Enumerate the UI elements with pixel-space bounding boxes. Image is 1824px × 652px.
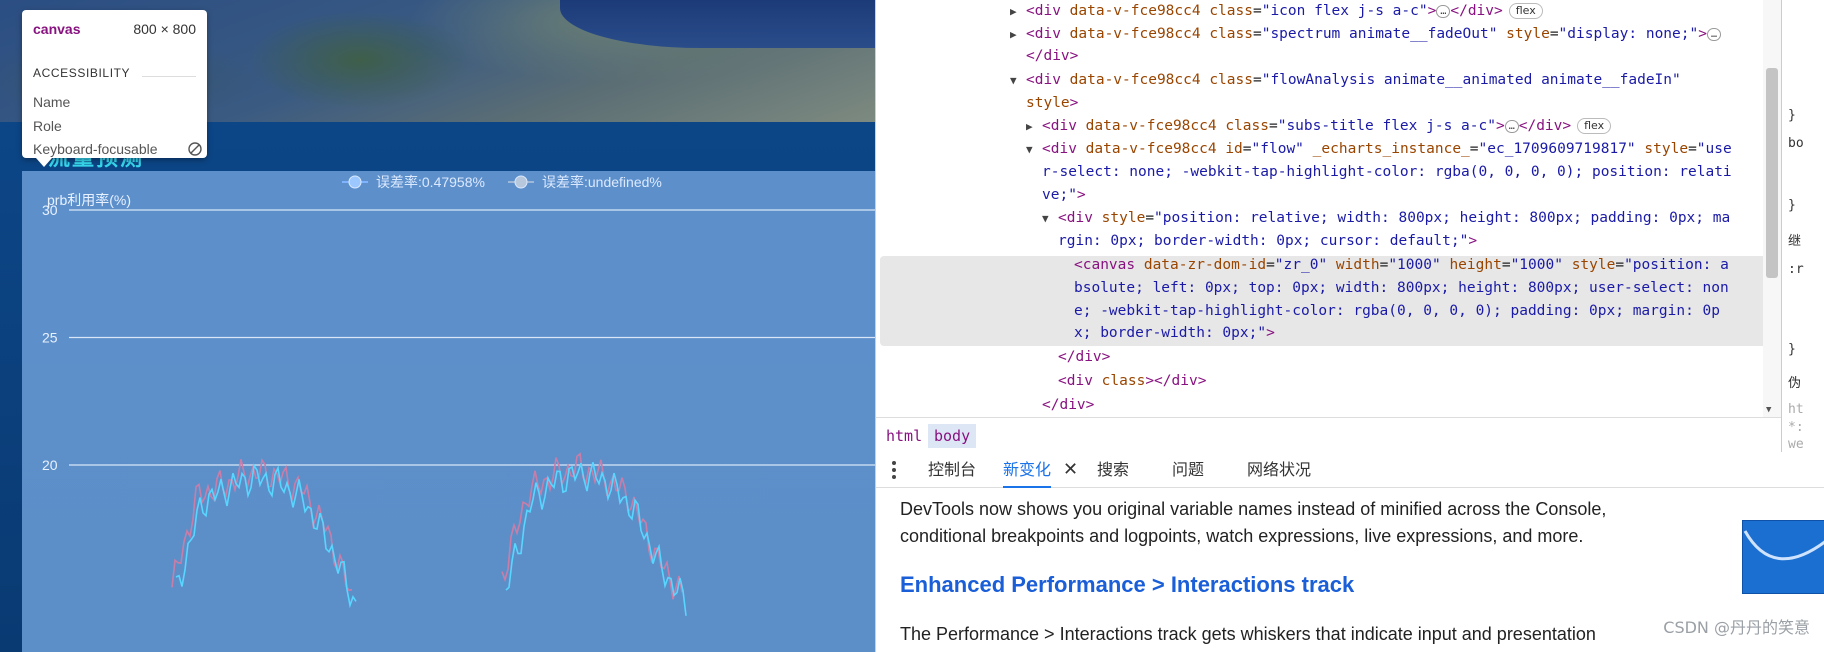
tooltip-arrow — [36, 158, 52, 167]
tooltip-tag-name: canvas — [33, 21, 81, 37]
styles-text: :r — [1788, 262, 1804, 277]
tooltip-section-title: ACCESSIBILITY — [33, 66, 131, 80]
dom-node-cont: e; -webkit-tap-highlight-color: rgba(0, … — [1074, 303, 1721, 319]
tooltip-row-role: Role — [33, 118, 62, 134]
styles-text: 伪 — [1788, 376, 1802, 391]
collapse-triangle-icon[interactable]: ▼ — [1010, 74, 1017, 87]
y-axis-title: prb利用率(%) — [47, 192, 131, 208]
styles-pane-edge[interactable]: } bo } 继 :r } 伪 ht *: we — [1781, 0, 1824, 452]
dom-node[interactable]: <div data-v-fce98cc4 class="icon flex j-… — [1026, 0, 1543, 22]
legend-marker-icon[interactable] — [514, 175, 528, 189]
breadcrumb-html[interactable]: html — [880, 424, 928, 448]
web-page-viewport: 流量预测 误差率:0.47958%误差率:undefined% prb利用率(%… — [0, 0, 875, 652]
legend-label[interactable]: 误差率:0.47958% — [376, 174, 485, 190]
styles-text: we — [1788, 437, 1804, 452]
series-line — [501, 452, 683, 600]
collapsed-dots[interactable]: … — [1706, 27, 1721, 41]
flow-chart: 误差率:0.47958% 误差率:undefined% prb利用率(%) 30 2… — [42, 174, 875, 616]
flex-badge[interactable]: flex — [1508, 3, 1543, 19]
whats-new-paragraph: DevTools now shows you original variable… — [900, 499, 1607, 546]
flex-badge[interactable]: flex — [1577, 118, 1612, 134]
y-tick-label: 20 — [42, 457, 58, 473]
legend-marker-icon[interactable] — [348, 175, 362, 189]
styles-text: bo — [1788, 136, 1804, 151]
series-line — [175, 463, 357, 609]
expand-triangle-icon[interactable]: ▶ — [1010, 5, 1017, 18]
styles-text: 继 — [1788, 234, 1802, 249]
tab-network-conditions[interactable]: 网络状况 — [1247, 453, 1311, 486]
whats-new-thumbnail[interactable] — [1742, 520, 1824, 594]
inspect-tooltip: canvas 800 × 800 ACCESSIBILITY Name Role… — [22, 10, 207, 158]
breadcrumb: html body — [876, 417, 1781, 454]
dom-node[interactable]: <div data-v-fce98cc4 class="spectrum ani… — [1026, 23, 1721, 45]
not-focusable-icon — [188, 142, 202, 156]
map-water-area — [560, 0, 875, 48]
dom-node-cont: x; border-width: 0px;"> — [1074, 325, 1275, 341]
legend-label[interactable]: 误差率:undefined% — [542, 174, 662, 190]
collapse-triangle-icon[interactable]: ▼ — [1042, 212, 1049, 225]
drawer-tabbar: 控制台 新变化 ✕ 搜索 问题 网络状况 — [876, 453, 1824, 488]
close-tab-icon[interactable]: ✕ — [1063, 453, 1078, 486]
elements-tree[interactable]: ▶ <div data-v-fce98cc4 class="icon flex … — [876, 0, 1781, 417]
y-tick-label: 25 — [42, 330, 58, 346]
csdn-watermark: CSDN @丹丹的笑意 — [1663, 618, 1810, 637]
scroll-thumb[interactable] — [1766, 68, 1778, 278]
tooltip-divider — [142, 76, 196, 77]
series-line — [505, 462, 687, 616]
collapse-triangle-icon[interactable]: ▼ — [1026, 143, 1033, 156]
elements-scrollbar[interactable]: ▼ — [1763, 0, 1781, 417]
styles-text: } — [1788, 342, 1796, 357]
dom-node-canvas[interactable]: <canvas data-zr-dom-id="zr_0" width="100… — [1074, 254, 1729, 276]
dom-node-cont: ve;"> — [1042, 187, 1086, 203]
collapsed-dots[interactable]: … — [1436, 4, 1451, 18]
dom-node-cont: rgin: 0px; border-width: 0px; cursor: de… — [1058, 233, 1478, 249]
tab-console[interactable]: 控制台 — [928, 453, 976, 486]
dom-node-close: </div> — [1026, 48, 1079, 64]
dom-node-subs-title[interactable]: <div data-v-fce98cc4 class="subs-title f… — [1042, 115, 1612, 137]
y-tick-label: 30 — [42, 202, 58, 218]
tooltip-row-name: Name — [33, 94, 71, 110]
expand-triangle-icon[interactable]: ▶ — [1026, 120, 1033, 133]
dom-node-close: </div> — [1042, 397, 1095, 413]
dom-node-flow[interactable]: <div data-v-fce98cc4 id="flow" _echarts_… — [1042, 138, 1732, 160]
dom-node-cont: r-select: none; -webkit-tap-highlight-co… — [1042, 164, 1732, 180]
drawer-menu-icon[interactable] — [892, 461, 896, 482]
tab-whats-new[interactable]: 新变化 — [1003, 453, 1052, 488]
dom-node-cont: bsolute; left: 0px; top: 0px; width: 800… — [1074, 280, 1729, 296]
scroll-down-arrow-icon[interactable]: ▼ — [1766, 405, 1771, 415]
collapsed-dots[interactable]: … — [1504, 119, 1519, 133]
dom-node-wrapper[interactable]: <div style="position: relative; width: 8… — [1058, 207, 1730, 229]
styles-text: ht — [1788, 402, 1804, 417]
breadcrumb-body[interactable]: body — [928, 424, 977, 448]
dom-node-cont: style> — [1026, 95, 1079, 111]
devtools-panel: ▶ <div data-v-fce98cc4 class="icon flex … — [875, 0, 1824, 652]
tab-issues[interactable]: 问题 — [1172, 453, 1204, 486]
whats-new-heading-link[interactable]: Enhanced Performance > Interactions trac… — [900, 572, 1354, 598]
styles-text: } — [1788, 108, 1796, 123]
styles-text: *: — [1788, 420, 1804, 435]
expand-triangle-icon[interactable]: ▶ — [1010, 28, 1017, 41]
styles-text: } — [1788, 198, 1796, 213]
dom-node-empty-div[interactable]: <div class></div> — [1058, 370, 1206, 392]
dom-node-close: </div> — [1058, 349, 1111, 365]
dom-node-flowanalysis[interactable]: <div data-v-fce98cc4 class="flowAnalysis… — [1026, 69, 1681, 91]
tab-search[interactable]: 搜索 — [1097, 453, 1129, 486]
whats-new-paragraph: The Performance > Interactions track get… — [900, 624, 1596, 644]
tooltip-size: 800 × 800 — [133, 21, 196, 37]
tooltip-row-focusable: Keyboard-focusable — [33, 141, 158, 157]
